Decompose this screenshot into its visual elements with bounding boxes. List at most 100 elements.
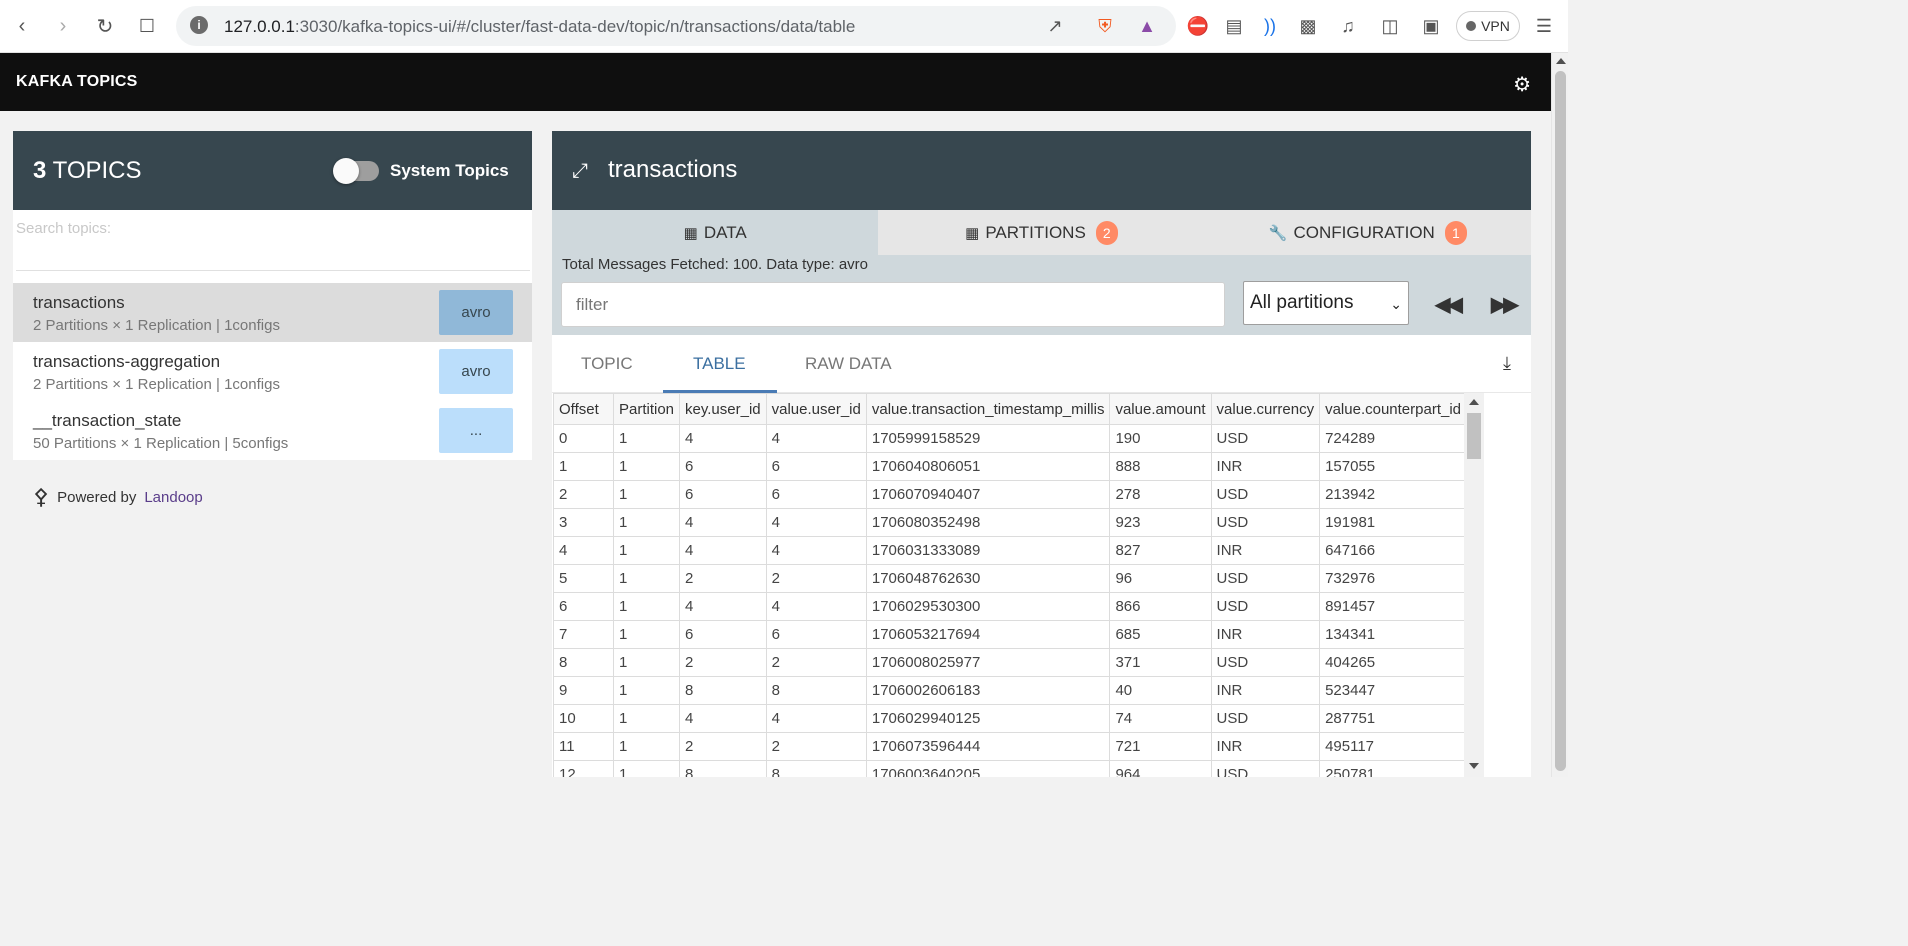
gear-icon[interactable]: ⚙ [1513, 72, 1531, 97]
table-cell: 4 [765, 536, 867, 565]
topic-meta: 2 Partitions × 1 Replication | 1configs [33, 376, 280, 393]
scroll-up-icon[interactable] [1556, 58, 1566, 64]
search-input[interactable] [16, 216, 530, 271]
tab-topic[interactable]: TOPIC [581, 354, 633, 374]
column-header[interactable]: value.currency [1210, 393, 1321, 425]
topic-type-badge[interactable]: ... [439, 408, 513, 453]
table-scroll-thumb[interactable] [1467, 413, 1481, 459]
table-scrollbar[interactable] [1464, 393, 1484, 777]
vpn-button[interactable]: VPN [1456, 11, 1520, 41]
vpn-label: VPN [1481, 18, 1510, 34]
reader-icon[interactable]: ▤ [1222, 14, 1246, 38]
wallet-icon[interactable]: ▣ [1419, 14, 1443, 38]
table-row[interactable]: 9 1 8 8 1706002606183 40 INR 523447 [553, 676, 1468, 705]
scroll-up-icon[interactable] [1469, 399, 1479, 405]
table-cell: 1706002606183 [865, 676, 1111, 705]
column-header[interactable]: value.counterpart_id [1319, 393, 1468, 425]
table-row[interactable]: 10 1 4 4 1706029940125 74 USD 287751 [553, 704, 1468, 733]
page-scroll-thumb[interactable] [1555, 71, 1566, 771]
extension-blocked-icon[interactable]: ⛔ [1186, 14, 1210, 38]
table-row[interactable]: 1 1 6 6 1706040806051 888 INR 157055 [553, 452, 1468, 481]
tab-label: DATA [703, 222, 747, 242]
brave-shield-icon[interactable]: ⛨ [1093, 14, 1117, 38]
table-cell: 250781 [1319, 760, 1468, 777]
extensions-icon[interactable]: ▩ [1296, 14, 1320, 38]
table-cell: 4 [553, 536, 614, 565]
column-header[interactable]: Partition [612, 393, 681, 425]
brave-rewards-icon[interactable]: ▲ [1135, 14, 1159, 38]
tab-configuration[interactable]: 🔧 CONFIGURATION 1 [1205, 210, 1531, 255]
topic-item-transactions-aggregation[interactable]: transactions-aggregation 2 Partitions × … [13, 342, 532, 401]
tab-partitions[interactable]: ▦ PARTITIONS 2 [878, 210, 1204, 255]
table-cell: 1706029940125 [865, 704, 1111, 733]
topic-type-badge[interactable]: avro [439, 349, 513, 394]
skip-to-start-icon[interactable]: ◀◀ [1435, 292, 1463, 317]
expand-icon[interactable]: ⤢ [572, 160, 588, 183]
column-header[interactable]: value.user_id [765, 393, 867, 425]
reload-icon[interactable]: ↻ [91, 12, 119, 40]
column-header[interactable]: value.amount [1109, 393, 1212, 425]
skip-to-end-icon[interactable]: ▶▶ [1491, 292, 1519, 317]
table-row[interactable]: 12 1 8 8 1706003640205 964 USD 250781 [553, 760, 1468, 777]
forward-icon[interactable]: › [49, 12, 77, 40]
tab-table[interactable]: TABLE [693, 354, 746, 374]
table-cell: 1 [553, 452, 614, 481]
table-cell: 1706053217694 [865, 620, 1111, 649]
column-header[interactable]: key.user_id [679, 393, 767, 425]
share-icon[interactable]: ↗ [1043, 14, 1067, 38]
table-cell: 2 [765, 564, 867, 593]
table-cell: 6 [765, 480, 867, 509]
site-info-icon[interactable]: i [190, 16, 208, 34]
topic-name: transactions [33, 293, 125, 312]
filter-input[interactable] [561, 282, 1225, 327]
menu-icon[interactable]: ☰ [1532, 14, 1556, 38]
partitions-count-badge: 2 [1095, 220, 1118, 245]
table-row[interactable]: 6 1 4 4 1706029530300 866 USD 891457 [553, 592, 1468, 621]
table-cell: 4 [679, 536, 767, 565]
table-row[interactable]: 8 1 2 2 1706008025977 371 USD 404265 [553, 648, 1468, 677]
table-cell: 5 [553, 564, 614, 593]
url-host: 127.0.0.1 [224, 17, 295, 36]
table-row[interactable]: 3 1 4 4 1706080352498 923 USD 191981 [553, 508, 1468, 537]
table-row[interactable]: 0 1 4 4 1705999158529 190 USD 724289 [553, 424, 1468, 453]
table-row[interactable]: 11 1 2 2 1706073596444 721 INR 495117 [553, 732, 1468, 761]
sidebar-icon[interactable]: ◫ [1378, 14, 1402, 38]
table-cell: 1706029530300 [865, 592, 1111, 621]
address-bar[interactable]: i 127.0.0.1:3030/kafka-topics-ui/#/clust… [176, 6, 1176, 46]
toggle-knob[interactable] [333, 158, 359, 184]
table-row[interactable]: 7 1 6 6 1706053217694 685 INR 134341 [553, 620, 1468, 649]
column-header[interactable]: value.transaction_timestamp_millis [865, 393, 1111, 425]
table-cell: 4 [679, 424, 767, 453]
system-topics-label: System Topics [390, 161, 509, 180]
table-icon: ▦ [965, 224, 980, 242]
tab-raw-data[interactable]: RAW DATA [805, 354, 892, 374]
table-row[interactable]: 5 1 2 2 1706048762630 96 USD 732976 [553, 564, 1468, 593]
wallet-signal-icon[interactable]: )) [1258, 14, 1282, 38]
topic-type-badge[interactable]: avro [439, 290, 513, 335]
scroll-down-icon[interactable] [1469, 763, 1479, 769]
table-cell: 8 [679, 676, 767, 705]
table-cell: 6 [679, 620, 767, 649]
partition-select[interactable]: All partitions ⌄ [1243, 281, 1409, 325]
table-cell: 2 [679, 564, 767, 593]
table-row[interactable]: 2 1 6 6 1706070940407 278 USD 213942 [553, 480, 1468, 509]
table-cell: 1 [612, 648, 681, 677]
table-cell: 1706073596444 [865, 732, 1111, 761]
table-cell: 10 [553, 704, 614, 733]
bookmark-icon[interactable]: ☐ [133, 12, 161, 40]
app-header: KAFKA TOPICS ⚙ [0, 53, 1551, 111]
system-topics-toggle[interactable] [333, 158, 379, 184]
landoop-link[interactable]: Landoop [144, 489, 202, 506]
table-cell: USD [1210, 760, 1321, 777]
url-text[interactable]: 127.0.0.1:3030/kafka-topics-ui/#/cluster… [224, 17, 855, 37]
tab-data[interactable]: ▦ DATA [552, 210, 879, 255]
page-scrollbar[interactable] [1551, 53, 1568, 777]
music-icon[interactable]: ♫ [1336, 14, 1360, 38]
topics-sidebar: 3 TOPICS System Topics transactions 2 Pa… [13, 131, 532, 520]
column-header[interactable]: Offset [553, 393, 614, 425]
table-row[interactable]: 4 1 4 4 1706031333089 827 INR 647166 [553, 536, 1468, 565]
download-icon[interactable]: ⤓ [1503, 353, 1511, 374]
topic-item-transaction-state[interactable]: __transaction_state 50 Partitions × 1 Re… [13, 401, 532, 460]
topic-item-transactions[interactable]: transactions 2 Partitions × 1 Replicatio… [13, 283, 532, 342]
back-icon[interactable]: ‹ [8, 12, 36, 40]
